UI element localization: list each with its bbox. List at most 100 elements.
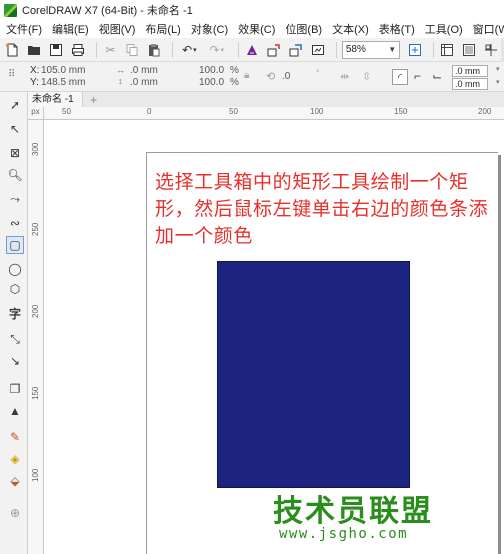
instruction-text: 选择工具箱中的矩形工具绘制一个矩形，然后鼠标左键单击右边的颜色条添加一个颜色	[155, 171, 489, 247]
scale-y-percent: %	[230, 77, 239, 88]
property-bar: ⠿ X: 105.0 mm Y: 148.5 mm ↔ .0 mm ↕ .0 m…	[0, 62, 504, 92]
ellipse-tool-icon[interactable]: ◯	[6, 260, 24, 278]
mirror-horizontal-icon[interactable]: ⇹	[340, 70, 349, 83]
add-tool-icon[interactable]: ⊕	[6, 504, 24, 522]
toolbar-separator	[335, 41, 337, 58]
paste-icon[interactable]	[146, 41, 163, 59]
coreldraw-logo-icon	[4, 3, 17, 17]
scalloped-corner-icon[interactable]: ⌐	[414, 69, 421, 83]
width-field[interactable]: .0 mm	[130, 65, 158, 77]
text-tool-icon[interactable]: 字	[6, 304, 24, 322]
rectangle-tool-icon[interactable]: ▢	[6, 236, 24, 254]
show-rulers-icon[interactable]	[439, 41, 456, 59]
y-position-field[interactable]: 148.5 mm	[41, 77, 85, 89]
menu-table[interactable]: 表格(T)	[379, 21, 415, 37]
standard-toolbar: ✂ ↶ ▾ ↷ ▾ 58% ▼	[0, 38, 504, 62]
toolbar-separator	[96, 41, 97, 58]
menu-window[interactable]: 窗口(W)	[473, 21, 504, 37]
artistic-media-tool-icon[interactable]: ∾	[6, 214, 24, 232]
rotation-field[interactable]: .0	[282, 71, 290, 83]
vertical-ruler[interactable]: 300 250 200 150 100	[28, 120, 44, 554]
transparency-tool-icon[interactable]: ▲	[6, 402, 24, 420]
x-label: X:	[30, 65, 40, 76]
page-grip-icon: ⠿	[8, 69, 16, 80]
show-guidelines-icon[interactable]	[482, 41, 499, 59]
zoom-tool-icon[interactable]: 🔍︎	[6, 166, 24, 184]
menu-bitmaps[interactable]: 位图(B)	[285, 21, 322, 37]
x-position-field[interactable]: 105.0 mm	[41, 65, 85, 77]
height-field[interactable]: .0 mm	[130, 77, 158, 89]
polygon-tool-icon[interactable]: ⬡	[6, 280, 24, 298]
menu-effects[interactable]: 效果(C)	[238, 21, 275, 37]
chamfered-corner-icon[interactable]: ⌙	[432, 69, 442, 83]
interactive-fill-tool-icon[interactable]: ◈	[6, 450, 24, 468]
menu-text[interactable]: 文本(X)	[332, 21, 369, 37]
menu-layout[interactable]: 布局(L)	[145, 21, 180, 37]
degree-icon: °	[316, 68, 320, 78]
spin-arrow-icon[interactable]: ▾	[496, 78, 500, 86]
mirror-vertical-icon[interactable]: ⇳	[362, 70, 371, 83]
drop-shadow-tool-icon[interactable]: ❐	[6, 380, 24, 398]
corner-radius-bottom-field[interactable]: .0 mm	[452, 78, 488, 90]
horizontal-ruler[interactable]: 50 0 50 100 150 200	[44, 107, 504, 120]
ruler-tick-label: 200	[31, 304, 40, 318]
title-bar: CorelDRAW X7 (64-Bit) - 未命名 -1	[0, 0, 504, 20]
menu-view[interactable]: 视图(V)	[99, 21, 136, 37]
publish-pdf-icon[interactable]	[309, 41, 326, 59]
zoom-level-value: 58%	[345, 44, 366, 55]
new-document-icon[interactable]	[4, 41, 21, 59]
menu-tools[interactable]: 工具(O)	[425, 21, 463, 37]
height-icon: ↕	[118, 76, 123, 86]
menu-file[interactable]: 文件(F)	[6, 21, 42, 37]
scale-x-field[interactable]: 100.0	[199, 65, 224, 77]
undo-icon[interactable]: ↶ ▾	[178, 41, 200, 59]
watermark: 技术员联盟 www.jsgho.com	[273, 486, 473, 548]
pick-tool-icon[interactable]: ➚	[6, 96, 24, 114]
open-folder-icon[interactable]	[26, 41, 43, 59]
shape-tool-icon[interactable]: ↖	[6, 120, 24, 138]
ruler-tick-label: 100	[310, 107, 324, 116]
watermark-url: www.jsgho.com	[279, 526, 409, 542]
ruler-corner[interactable]: px	[28, 107, 44, 120]
search-content-icon[interactable]	[244, 41, 261, 59]
crop-tool-icon[interactable]: ⊠	[6, 144, 24, 162]
redo-icon[interactable]: ↷ ▾	[206, 41, 228, 59]
scale-x-percent: %	[230, 65, 239, 76]
menu-edit[interactable]: 编辑(E)	[52, 21, 89, 37]
corner-radius-top-field[interactable]: .0 mm	[452, 65, 488, 77]
toolbox: ➚ ↖ ⊠ 🔍︎ ⤳ ∾ ▢ ◯ ⬡ 字 ⤡ ↘ ❐ ▲ ✎ ◈ ⬙ ⊕	[0, 92, 28, 554]
zoom-level-select[interactable]: 58% ▼	[341, 40, 401, 59]
ruler-tick-label: 200	[478, 107, 492, 116]
cut-icon[interactable]: ✂	[102, 41, 119, 59]
export-icon[interactable]	[287, 41, 304, 59]
import-icon[interactable]	[266, 41, 283, 59]
coreldraw-window: CorelDRAW X7 (64-Bit) - 未命名 -1 文件(F) 编辑(…	[0, 0, 504, 554]
scale-y-field[interactable]: 100.0	[199, 77, 224, 89]
lock-ratio-icon[interactable]: 🔒︎	[244, 70, 249, 81]
width-icon: ↔	[116, 65, 125, 75]
watermark-logo-text: 技术员联盟	[273, 494, 433, 529]
add-tab-icon[interactable]: +	[87, 93, 101, 107]
tab-document[interactable]: 未命名 -1	[28, 92, 83, 107]
ruler-tick-label: 300	[31, 142, 40, 156]
ruler-tick-label: 50	[229, 107, 238, 116]
ruler-tick-label: 50	[62, 107, 71, 116]
menu-object[interactable]: 对象(C)	[191, 21, 228, 37]
document-tabs: 未命名 -1 +	[28, 92, 504, 107]
spin-arrow-icon[interactable]: ▾	[496, 65, 500, 73]
freehand-tool-icon[interactable]: ⤳	[6, 190, 24, 208]
smart-fill-tool-icon[interactable]: ⬙	[6, 472, 24, 490]
menu-bar: 文件(F) 编辑(E) 视图(V) 布局(L) 对象(C) 效果(C) 位图(B…	[0, 20, 504, 38]
copy-icon[interactable]	[124, 41, 141, 59]
connector-tool-icon[interactable]: ↘	[6, 352, 24, 370]
y-label: Y:	[30, 77, 39, 88]
window-title: CorelDRAW X7 (64-Bit) - 未命名 -1	[22, 5, 193, 17]
round-corner-icon[interactable]: ◜	[392, 69, 408, 85]
parallel-dimension-tool-icon[interactable]: ⤡	[6, 330, 24, 348]
print-icon[interactable]	[69, 41, 86, 59]
full-screen-preview-icon[interactable]	[406, 41, 423, 59]
drawn-rectangle[interactable]	[217, 261, 410, 488]
color-eyedropper-tool-icon[interactable]: ✎	[6, 428, 24, 446]
show-grid-icon[interactable]	[461, 41, 478, 59]
save-icon[interactable]	[48, 41, 65, 59]
